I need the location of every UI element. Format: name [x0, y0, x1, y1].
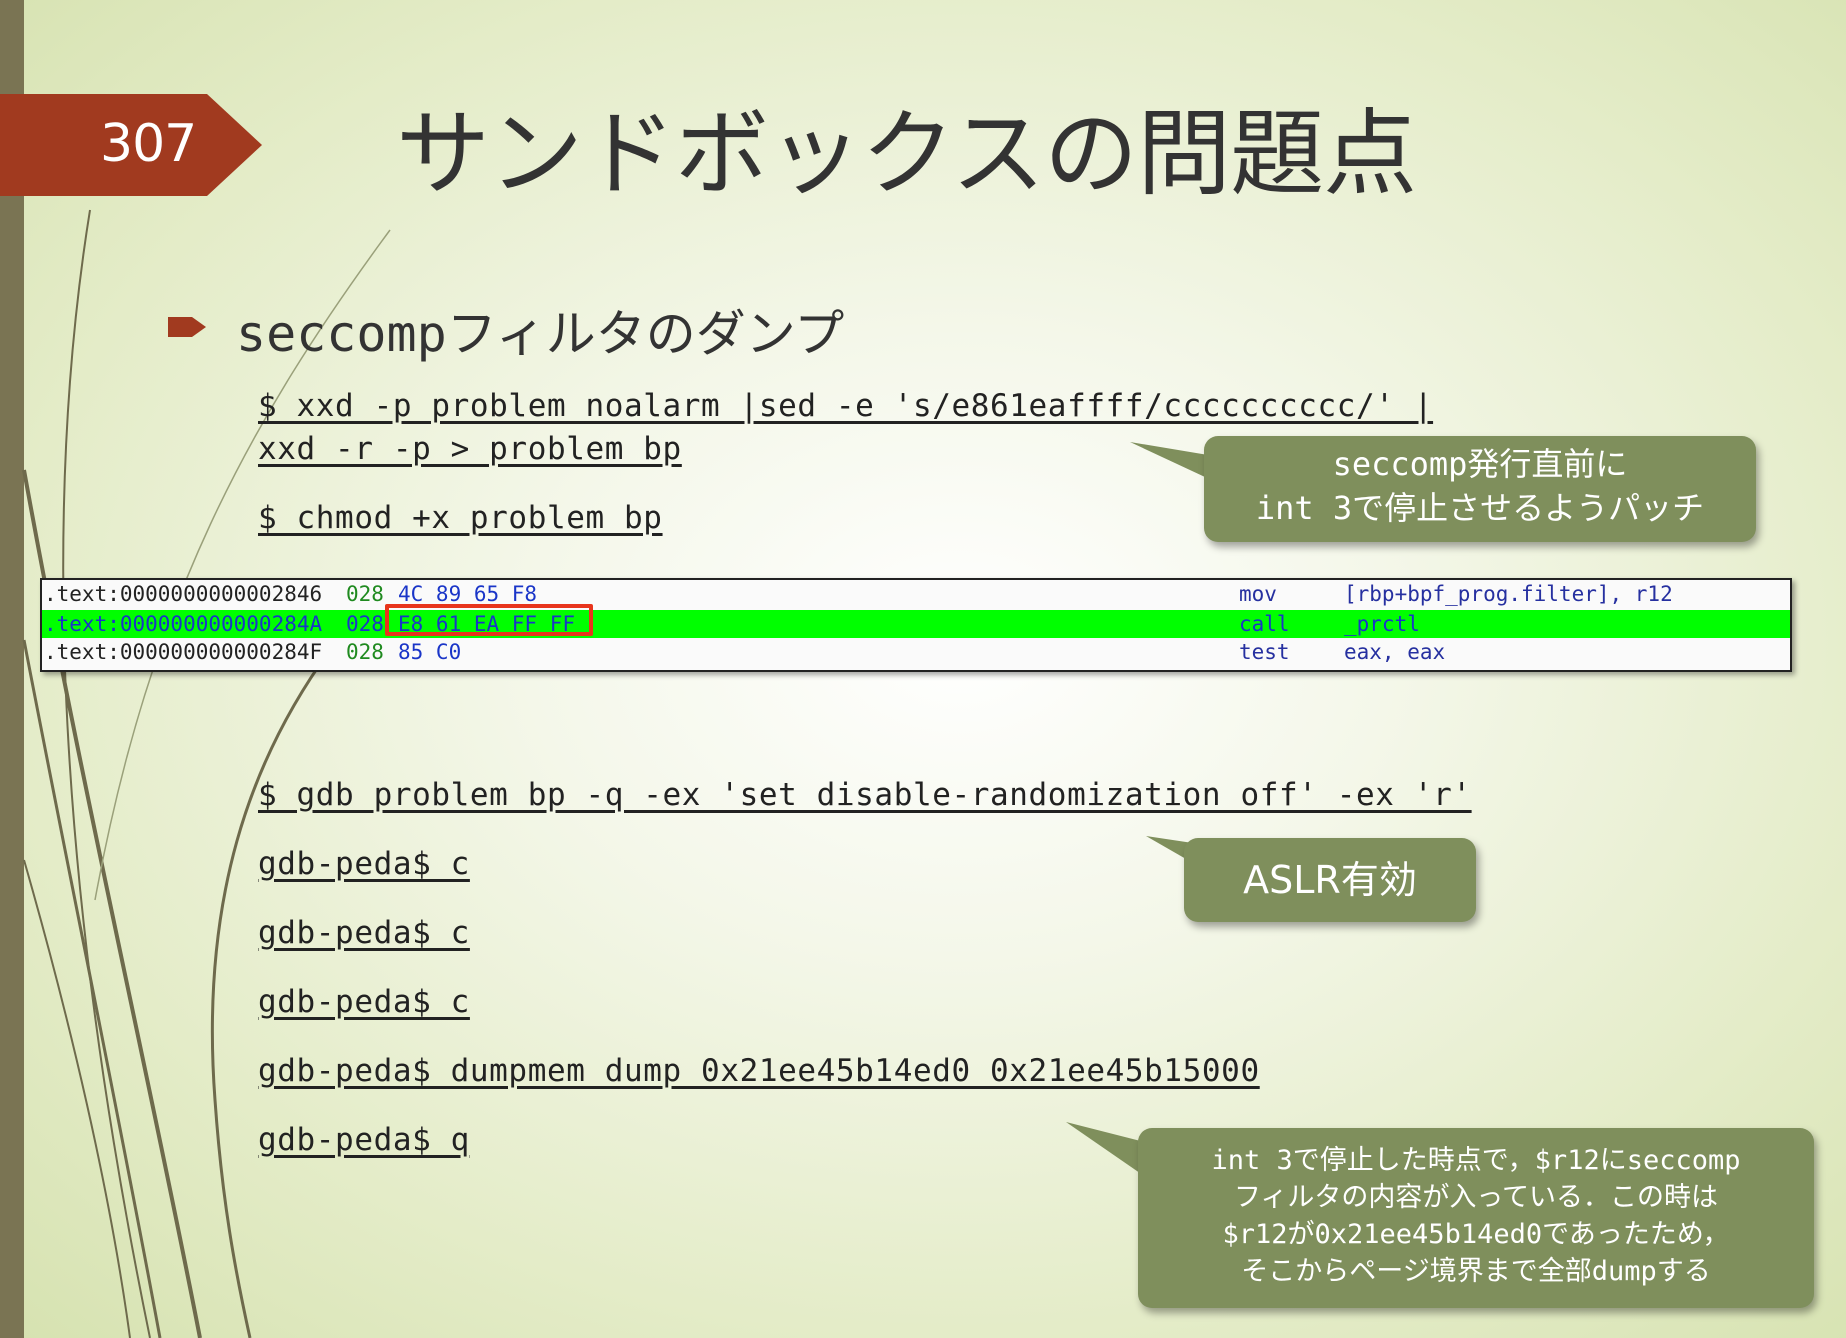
disasm-row: .text:0000000000002846 028 4C 89 65 F8 m…: [42, 580, 1790, 608]
disasm-bytes: 4C 89 65 F8: [398, 582, 538, 606]
slide-number: 307: [100, 114, 197, 174]
disasm-address: .text:0000000000002846: [44, 582, 323, 606]
disasm-bytes: 85 C0: [398, 640, 462, 664]
chmod-command: $ chmod +x problem_bp: [258, 500, 663, 536]
bullet-arrow-icon: [168, 317, 206, 337]
disasm-operands: _prctl: [1344, 612, 1420, 636]
gdb-dumpmem-command: gdb-peda$ dumpmem dump 0x21ee45b14ed0 0x…: [258, 1053, 1260, 1089]
slide-number-badge: 307: [0, 94, 262, 196]
disasm-row: .text:000000000000284F 028 85 C0 test ea…: [42, 638, 1790, 666]
slide-title: サンドボックスの問題点: [396, 100, 1417, 209]
note-callout-line1: int 3で停止した時点で，$r12にseccomp: [1211, 1145, 1741, 1176]
patch-callout: seccomp発行直前に int 3で停止させるようパッチ: [1204, 436, 1756, 542]
disasm-stack-pointer: 028: [346, 582, 384, 606]
note-callout-line3: $r12が0x21ee45b14ed0であったため，: [1222, 1219, 1730, 1250]
call-bytes-highlight-box: [385, 604, 593, 636]
disasm-address: .text:000000000000284A: [44, 612, 323, 636]
note-callout-line2: フィルタの内容が入っている．この時は: [1233, 1182, 1719, 1213]
gdb-run-command: $ gdb problem_bp -q -ex 'set disable-ran…: [258, 777, 1472, 813]
disasm-stack-pointer: 028: [346, 612, 384, 636]
disasm-address: .text:000000000000284F: [44, 640, 323, 664]
gdb-continue-command-1: gdb-peda$ c: [258, 846, 470, 882]
disasm-mnemonic: call: [1239, 612, 1290, 636]
note-callout-line4: そこからページ境界まで全部dumpする: [1241, 1256, 1711, 1287]
disasm-operands: [rbp+bpf_prog.filter], r12: [1344, 582, 1673, 606]
aslr-callout-text: ASLR有効: [1243, 858, 1417, 902]
patch-callout-line2: int 3で停止させるようパッチ: [1255, 489, 1705, 527]
disassembly-listing: .text:0000000000002846 028 4C 89 65 F8 m…: [40, 578, 1792, 672]
xxd-command-line1: $ xxd -p problem_noalarm |sed -e 's/e861…: [258, 388, 1434, 424]
aslr-callout: ASLR有効: [1184, 838, 1476, 922]
note-callout: int 3で停止した時点で，$r12にseccomp フィルタの内容が入っている…: [1138, 1128, 1814, 1308]
disasm-row-highlighted: .text:000000000000284A 028 E8 61 EA FF F…: [42, 610, 1790, 638]
gdb-quit-command: gdb-peda$ q: [258, 1122, 470, 1158]
patch-callout-line1: seccomp発行直前に: [1332, 445, 1628, 483]
gdb-continue-command-3: gdb-peda$ c: [258, 984, 470, 1020]
xxd-command-line2: xxd -r -p > problem_bp: [258, 431, 682, 467]
disasm-mnemonic: mov: [1239, 582, 1277, 606]
bullet-heading: seccompフィルタのダンプ: [236, 305, 845, 363]
disasm-operands: eax, eax: [1344, 640, 1446, 664]
disasm-stack-pointer: 028: [346, 640, 384, 664]
gdb-continue-command-2: gdb-peda$ c: [258, 915, 470, 951]
disasm-mnemonic: test: [1239, 640, 1290, 664]
